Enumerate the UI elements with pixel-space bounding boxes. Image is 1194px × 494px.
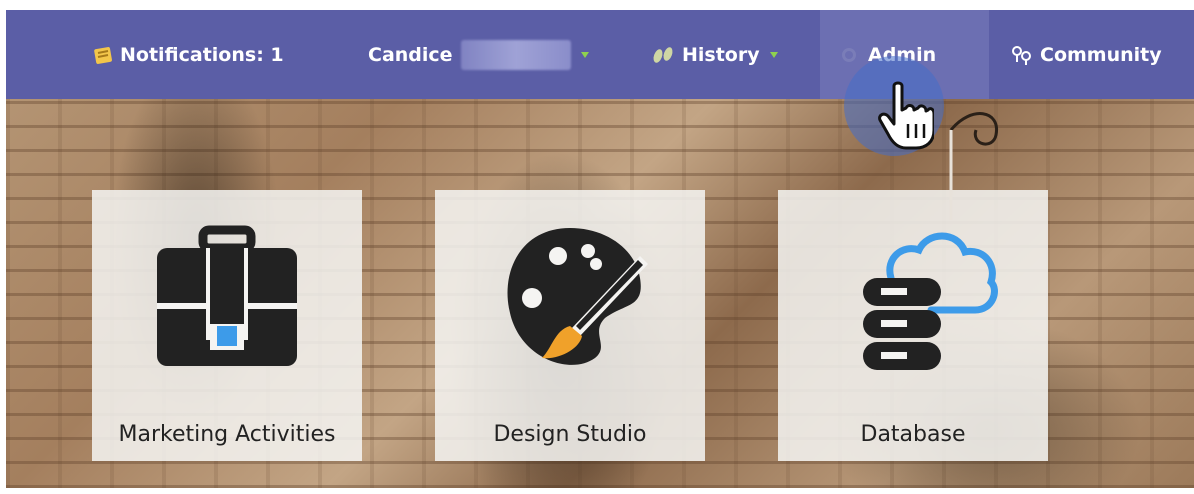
tile-database[interactable]: Database (778, 190, 1048, 461)
footprints-icon (653, 46, 673, 63)
history-menu[interactable]: History (650, 10, 778, 99)
hand-pointer-cursor-icon (878, 81, 934, 150)
redacted-surname (460, 39, 571, 70)
top-navigation-bar: Notifications: 1 Candice History Admin C… (6, 10, 1194, 99)
notifications-label: Notifications: 1 (120, 43, 284, 66)
gear-icon (842, 47, 856, 62)
database-cloud-icon (863, 232, 998, 370)
tile-label: Marketing Activities (118, 422, 336, 447)
history-label: History (682, 43, 760, 66)
tile-marketing-activities[interactable]: Marketing Activities (92, 190, 362, 461)
community-menu[interactable]: Community (1010, 10, 1162, 99)
chevron-down-icon (580, 51, 589, 58)
community-label: Community (1040, 43, 1162, 66)
community-people-icon (1012, 45, 1031, 65)
tile-label: Database (860, 422, 966, 447)
tile-label: Design Studio (493, 422, 647, 447)
user-menu[interactable]: Candice (368, 10, 589, 99)
tile-design-studio[interactable]: Design Studio (435, 190, 705, 461)
palette-icon (507, 228, 648, 365)
app-frame: Notifications: 1 Candice History Admin C… (6, 10, 1194, 488)
iron-ornament-decoration (949, 112, 998, 220)
notepad-icon (94, 46, 112, 64)
chevron-down-icon (769, 51, 778, 58)
user-name-label: Candice (368, 43, 453, 66)
briefcase-icon (157, 225, 297, 366)
notifications-menu[interactable]: Notifications: 1 (92, 10, 284, 99)
